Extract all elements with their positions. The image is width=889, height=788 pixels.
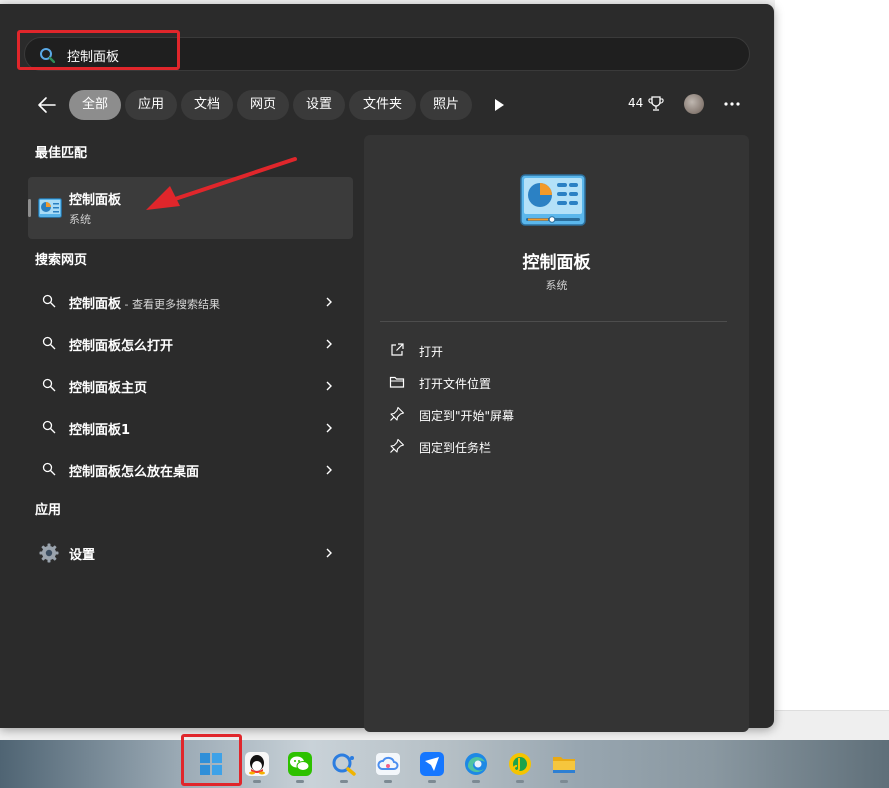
- chevron-right-icon: [326, 339, 332, 349]
- action-open[interactable]: 打开: [389, 337, 719, 365]
- web-result-label: 控制面板怎么打开: [69, 339, 174, 354]
- taskbar: [0, 740, 889, 788]
- chevron-right-icon: [326, 381, 332, 391]
- control-panel-icon: [38, 198, 62, 218]
- taskbar-running-indicator: [384, 780, 392, 783]
- best-match-subtitle: 系统: [69, 213, 91, 226]
- preview-subtitle: 系统: [545, 279, 568, 292]
- search-icon: [42, 294, 56, 308]
- best-match-title: 控制面板: [69, 193, 122, 208]
- section-best-match: 最佳匹配: [35, 146, 88, 161]
- filter-all[interactable]: 全部: [69, 90, 121, 120]
- web-result-5[interactable]: 控制面板怎么放在桌面: [28, 452, 353, 488]
- rewards-count: 44: [628, 96, 644, 110]
- preview-pane: 控制面板 系统 打开 打开文件位置 固定到"开始"屏幕 固定到任务栏: [364, 135, 749, 732]
- taskbar-running-indicator: [560, 780, 568, 783]
- selection-accent: [28, 199, 31, 217]
- taskbar-running-indicator: [253, 780, 261, 783]
- filter-folders[interactable]: 文件夹: [349, 90, 416, 120]
- folder-icon: [389, 376, 405, 388]
- action-label: 打开文件位置: [419, 377, 492, 391]
- more-options-icon[interactable]: [722, 95, 742, 113]
- open-external-icon: [391, 343, 404, 356]
- action-label: 固定到"开始"屏幕: [419, 409, 515, 423]
- annotation-arrow: [146, 157, 297, 210]
- app-result-settings[interactable]: 设置: [28, 536, 353, 570]
- wechat-icon[interactable]: [286, 750, 314, 778]
- feishu-icon[interactable]: [418, 750, 446, 778]
- start-button-highlight-box: [181, 734, 242, 786]
- filter-settings[interactable]: 设置: [293, 90, 345, 120]
- user-avatar[interactable]: [684, 94, 704, 114]
- taskbar-running-indicator: [296, 780, 304, 783]
- web-result-1[interactable]: 控制面板 - 查看更多搜索结果: [28, 284, 353, 320]
- web-result-label: 控制面板1: [69, 423, 131, 438]
- edge-icon[interactable]: [462, 750, 490, 778]
- search-icon: [42, 336, 56, 350]
- web-result-4[interactable]: 控制面板1: [28, 410, 353, 446]
- section-apps: 应用: [35, 503, 62, 518]
- search-highlight-box: [17, 30, 180, 70]
- more-filters-play-icon[interactable]: [492, 97, 506, 113]
- background-window: [775, 0, 889, 711]
- action-pin-to-start[interactable]: 固定到"开始"屏幕: [389, 401, 719, 429]
- start-search-panel: 全部 应用 文档 网页 设置 文件夹 照片 44 最佳匹配 控制面板 系统 搜索…: [0, 4, 774, 732]
- web-result-label: 控制面板 - 查看更多搜索结果: [69, 297, 220, 312]
- preview-divider: [380, 321, 727, 322]
- chevron-right-icon: [326, 548, 332, 558]
- web-result-2[interactable]: 控制面板怎么打开: [28, 326, 353, 362]
- file-explorer-icon[interactable]: [550, 750, 578, 778]
- action-label: 固定到任务栏: [419, 441, 492, 455]
- pin-icon: [390, 406, 405, 421]
- taskbar-running-indicator: [516, 780, 524, 783]
- web-result-3[interactable]: 控制面板主页: [28, 368, 353, 404]
- qq-icon[interactable]: [243, 750, 271, 778]
- filter-documents[interactable]: 文档: [181, 90, 233, 120]
- section-search-web: 搜索网页: [35, 253, 88, 268]
- filter-apps[interactable]: 应用: [125, 90, 177, 120]
- taskbar-running-indicator: [340, 780, 348, 783]
- search-icon: [42, 378, 56, 392]
- taskbar-running-indicator: [472, 780, 480, 783]
- chevron-right-icon: [326, 297, 332, 307]
- web-result-label: 控制面板怎么放在桌面: [69, 465, 200, 480]
- control-panel-large-icon: [520, 174, 586, 226]
- chevron-right-icon: [326, 423, 332, 433]
- filter-photos[interactable]: 照片: [420, 90, 472, 120]
- action-label: 打开: [419, 345, 444, 359]
- preview-title: 控制面板: [522, 253, 591, 273]
- trophy-icon[interactable]: [648, 95, 664, 113]
- action-pin-to-taskbar[interactable]: 固定到任务栏: [389, 433, 719, 461]
- chevron-right-icon: [326, 465, 332, 475]
- pin-icon: [390, 438, 405, 453]
- web-result-label: 控制面板主页: [69, 381, 148, 396]
- back-arrow-icon[interactable]: [34, 92, 60, 118]
- search-icon: [42, 462, 56, 476]
- web-result-suffix: - 查看更多搜索结果: [121, 298, 220, 311]
- cloud-drive-icon[interactable]: [374, 750, 402, 778]
- browser-search-icon[interactable]: [330, 750, 358, 778]
- action-open-file-location[interactable]: 打开文件位置: [389, 369, 719, 397]
- music-icon[interactable]: [506, 750, 534, 778]
- filter-web[interactable]: 网页: [237, 90, 289, 120]
- search-icon: [42, 420, 56, 434]
- app-result-label: 设置: [69, 548, 96, 563]
- taskbar-running-indicator: [428, 780, 436, 783]
- settings-gear-icon: [39, 543, 59, 563]
